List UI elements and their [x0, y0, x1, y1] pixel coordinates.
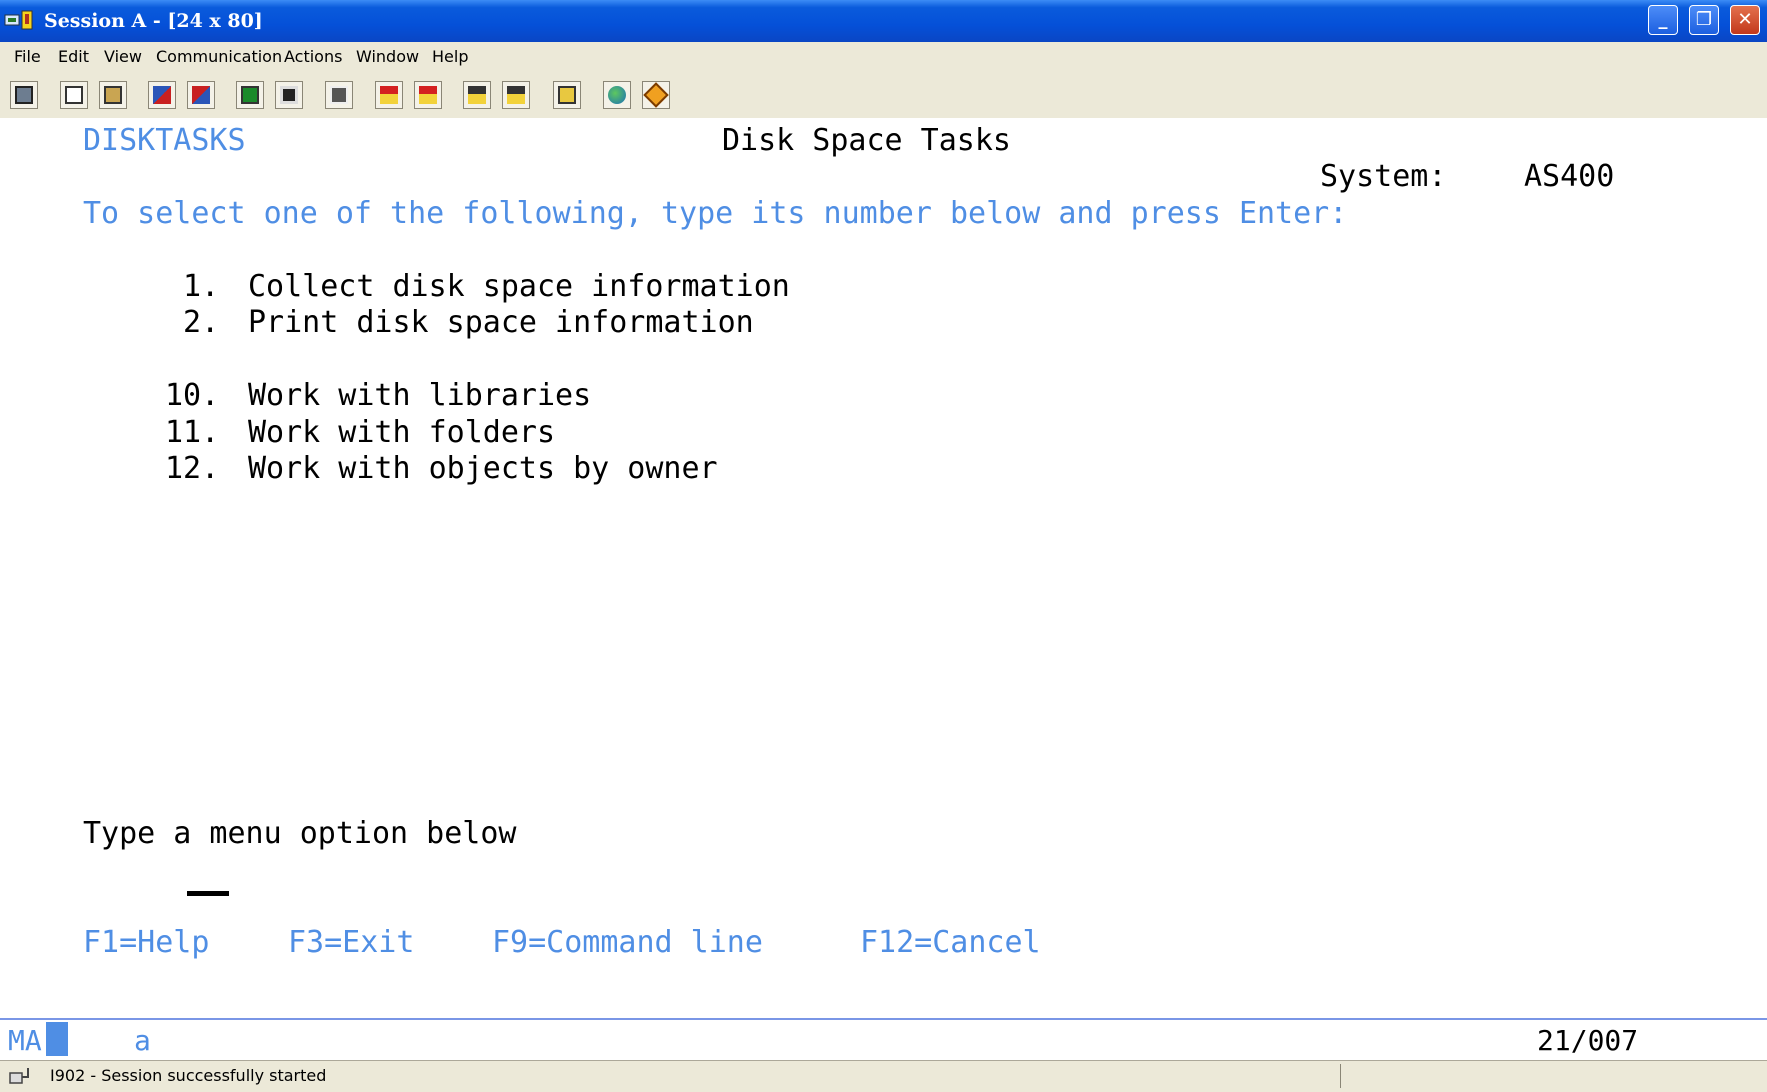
minimize-button[interactable]: _ [1648, 5, 1678, 35]
display-icon[interactable] [236, 81, 264, 109]
play-macro-2-icon[interactable] [502, 81, 530, 109]
prompt-text: Type a menu option below [83, 816, 517, 851]
status-bar: I902 - Session successfully started [0, 1060, 1767, 1092]
link-icon[interactable] [642, 81, 670, 109]
menu-file[interactable]: File [14, 47, 41, 66]
status-message: I902 - Session successfully started [50, 1066, 327, 1085]
mode-indicator: MA [8, 1024, 42, 1057]
window-title: Session A - [24 x 80] [44, 10, 263, 32]
keyboard-map-icon[interactable] [275, 81, 303, 109]
title-bar[interactable]: Session A - [24 x 80] _ ❐ ✕ [0, 0, 1767, 42]
option-number: 11. [165, 415, 220, 450]
system-value: AS400 [1524, 159, 1615, 194]
option-text: Work with objects by owner [248, 451, 718, 486]
option-number: 10. [165, 378, 220, 413]
play-macro-icon[interactable] [463, 81, 491, 109]
clipboard-icon[interactable] [553, 81, 581, 109]
paste-icon[interactable] [99, 81, 127, 109]
session-icon [4, 10, 33, 30]
option-input-cursor[interactable] [187, 891, 229, 896]
option-number: 12. [165, 451, 220, 486]
fkey-exit[interactable]: F3=Exit [288, 925, 414, 961]
menu-bar: File Edit View Communication Actions Win… [0, 42, 1767, 72]
option-text: Collect disk space information [248, 269, 790, 304]
option-text: Work with folders [248, 415, 556, 450]
option-text: Print disk space information [248, 305, 754, 340]
mode-indicator-block [46, 1022, 68, 1056]
operator-info-area: MA a 21/007 [0, 1018, 1767, 1060]
option-text: Work with libraries [248, 378, 592, 413]
globe-icon[interactable] [603, 81, 631, 109]
receive-file-icon[interactable] [187, 81, 215, 109]
fkey-help[interactable]: F1=Help [83, 925, 209, 961]
cursor-position: 21/007 [1537, 1024, 1639, 1057]
instruction-text: To select one of the following, type its… [83, 196, 1348, 231]
status-divider [1340, 1064, 1341, 1088]
macro-icon[interactable] [325, 81, 353, 109]
fkey-command-line[interactable]: F9=Command line [492, 925, 763, 961]
system-label: System: [1320, 159, 1447, 194]
menu-communication[interactable]: Communication [156, 47, 282, 66]
option-number: 1. [165, 269, 220, 304]
toolbar [0, 72, 1767, 119]
terminal-screen[interactable]: DISKTASKS Disk Space Tasks System: AS400… [0, 118, 1767, 1018]
close-button[interactable]: ✕ [1730, 5, 1760, 35]
screen-title: Disk Space Tasks [722, 123, 1011, 158]
menu-help[interactable]: Help [432, 47, 468, 66]
input-indicator: a [134, 1024, 151, 1057]
copy-icon[interactable] [60, 81, 88, 109]
menu-window[interactable]: Window [356, 47, 419, 66]
maximize-button[interactable]: ❐ [1689, 5, 1719, 35]
send-file-icon[interactable] [148, 81, 176, 109]
print-screen-icon[interactable] [10, 81, 38, 109]
menu-name: DISKTASKS [83, 123, 246, 158]
record-macro-icon[interactable] [375, 81, 403, 109]
option-number: 2. [165, 305, 220, 340]
menu-actions[interactable]: Actions [284, 47, 342, 66]
fkey-cancel[interactable]: F12=Cancel [860, 925, 1041, 961]
menu-view[interactable]: View [104, 47, 142, 66]
menu-edit[interactable]: Edit [58, 47, 89, 66]
stop-macro-icon[interactable] [414, 81, 442, 109]
connection-icon [9, 1068, 29, 1084]
